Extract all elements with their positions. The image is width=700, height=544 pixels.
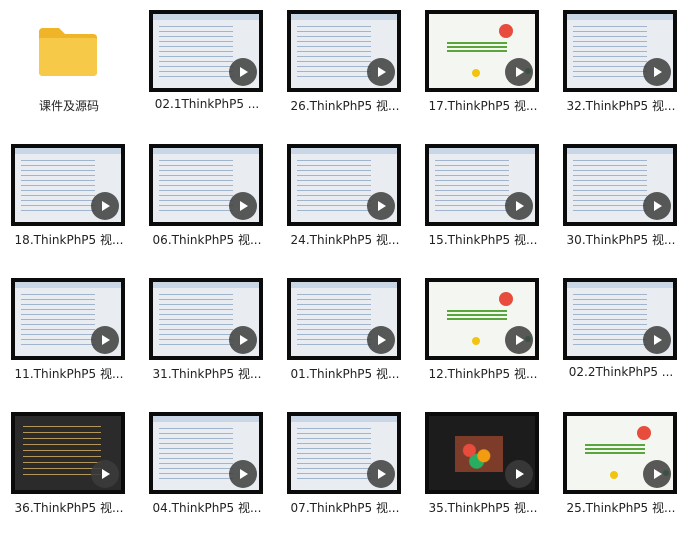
- video-thumbnail: [563, 412, 677, 494]
- play-icon[interactable]: [505, 192, 533, 220]
- video-thumbnail: [425, 10, 539, 92]
- file-name-label: 02.2ThinkPhP5 ...: [568, 365, 674, 379]
- file-name-label: 18.ThinkPhP5 视...: [14, 233, 124, 247]
- video-file-item[interactable]: 17.ThinkPhP5 视...: [414, 0, 552, 124]
- video-file-item[interactable]: 30.ThinkPhP5 视...: [552, 134, 690, 258]
- video-thumbnail: [563, 144, 677, 226]
- play-icon[interactable]: [91, 326, 119, 354]
- play-icon[interactable]: [505, 58, 533, 86]
- file-name-label: 06.ThinkPhP5 视...: [152, 233, 262, 247]
- video-thumbnail: [11, 144, 125, 226]
- play-icon[interactable]: [367, 460, 395, 488]
- file-name-label: 32.ThinkPhP5 视...: [566, 99, 676, 113]
- video-file-item[interactable]: 31.ThinkPhP5 视...: [138, 268, 276, 392]
- video-thumbnail: [425, 278, 539, 360]
- video-thumbnail: [563, 10, 677, 92]
- play-icon[interactable]: [643, 58, 671, 86]
- video-file-item[interactable]: 07.ThinkPhP5 视...: [276, 402, 414, 526]
- file-name-label: 12.ThinkPhP5 视...: [428, 367, 538, 381]
- video-file-item[interactable]: 32.ThinkPhP5 视...: [552, 0, 690, 124]
- video-thumbnail: [287, 278, 401, 360]
- video-file-item[interactable]: 36.ThinkPhP5 视...: [0, 402, 138, 526]
- video-thumbnail: [11, 412, 125, 494]
- play-icon[interactable]: [229, 58, 257, 86]
- file-name-label: 01.ThinkPhP5 视...: [290, 367, 400, 381]
- file-name-label: 30.ThinkPhP5 视...: [566, 233, 676, 247]
- video-thumbnail: [149, 10, 263, 92]
- video-thumbnail: [287, 144, 401, 226]
- play-icon[interactable]: [367, 326, 395, 354]
- play-icon[interactable]: [91, 192, 119, 220]
- video-thumbnail: [425, 412, 539, 494]
- play-icon[interactable]: [367, 58, 395, 86]
- file-name-label: 课件及源码: [38, 99, 99, 113]
- play-icon[interactable]: [229, 326, 257, 354]
- video-file-item[interactable]: 02.2ThinkPhP5 ...: [552, 268, 690, 392]
- play-icon[interactable]: [505, 326, 533, 354]
- video-file-item[interactable]: 04.ThinkPhP5 视...: [138, 402, 276, 526]
- video-thumbnail: [149, 412, 263, 494]
- play-icon[interactable]: [91, 460, 119, 488]
- play-icon[interactable]: [229, 460, 257, 488]
- play-icon[interactable]: [505, 460, 533, 488]
- play-icon[interactable]: [643, 192, 671, 220]
- folder-item[interactable]: 课件及源码: [0, 0, 138, 124]
- file-name-label: 26.ThinkPhP5 视...: [290, 99, 400, 113]
- file-name-label: 17.ThinkPhP5 视...: [428, 99, 538, 113]
- file-name-label: 04.ThinkPhP5 视...: [152, 501, 262, 515]
- file-name-label: 36.ThinkPhP5 视...: [14, 501, 124, 515]
- video-file-item[interactable]: 06.ThinkPhP5 视...: [138, 134, 276, 258]
- video-file-item[interactable]: 24.ThinkPhP5 视...: [276, 134, 414, 258]
- play-icon[interactable]: [229, 192, 257, 220]
- video-thumbnail: [149, 144, 263, 226]
- video-thumbnail: [11, 278, 125, 360]
- video-thumbnail: [287, 412, 401, 494]
- video-file-item[interactable]: 26.ThinkPhP5 视...: [276, 0, 414, 124]
- file-name-label: 02.1ThinkPhP5 ...: [154, 97, 260, 111]
- file-name-label: 25.ThinkPhP5 视...: [566, 501, 676, 515]
- video-file-item[interactable]: 11.ThinkPhP5 视...: [0, 268, 138, 392]
- file-name-label: 35.ThinkPhP5 视...: [428, 501, 538, 515]
- file-name-label: 15.ThinkPhP5 视...: [428, 233, 538, 247]
- video-thumbnail: [563, 278, 677, 360]
- folder-icon: [37, 26, 99, 78]
- video-file-item[interactable]: 25.ThinkPhP5 视...: [552, 402, 690, 526]
- play-icon[interactable]: [643, 326, 671, 354]
- video-file-item[interactable]: 35.ThinkPhP5 视...: [414, 402, 552, 526]
- file-name-label: 31.ThinkPhP5 视...: [152, 367, 262, 381]
- video-file-item[interactable]: 01.ThinkPhP5 视...: [276, 268, 414, 392]
- video-thumbnail: [425, 144, 539, 226]
- video-file-item[interactable]: 15.ThinkPhP5 视...: [414, 134, 552, 258]
- file-name-label: 07.ThinkPhP5 视...: [290, 501, 400, 515]
- play-icon[interactable]: [367, 192, 395, 220]
- video-file-item[interactable]: 12.ThinkPhP5 视...: [414, 268, 552, 392]
- video-file-item[interactable]: 18.ThinkPhP5 视...: [0, 134, 138, 258]
- video-thumbnail: [287, 10, 401, 92]
- file-name-label: 11.ThinkPhP5 视...: [14, 367, 124, 381]
- video-file-item[interactable]: 02.1ThinkPhP5 ...: [138, 0, 276, 124]
- file-name-label: 24.ThinkPhP5 视...: [290, 233, 400, 247]
- file-grid: 课件及源码 02.1ThinkPhP5 ... 26.ThinkPhP5 视... 1…: [0, 0, 700, 544]
- play-icon[interactable]: [643, 460, 671, 488]
- video-thumbnail: [149, 278, 263, 360]
